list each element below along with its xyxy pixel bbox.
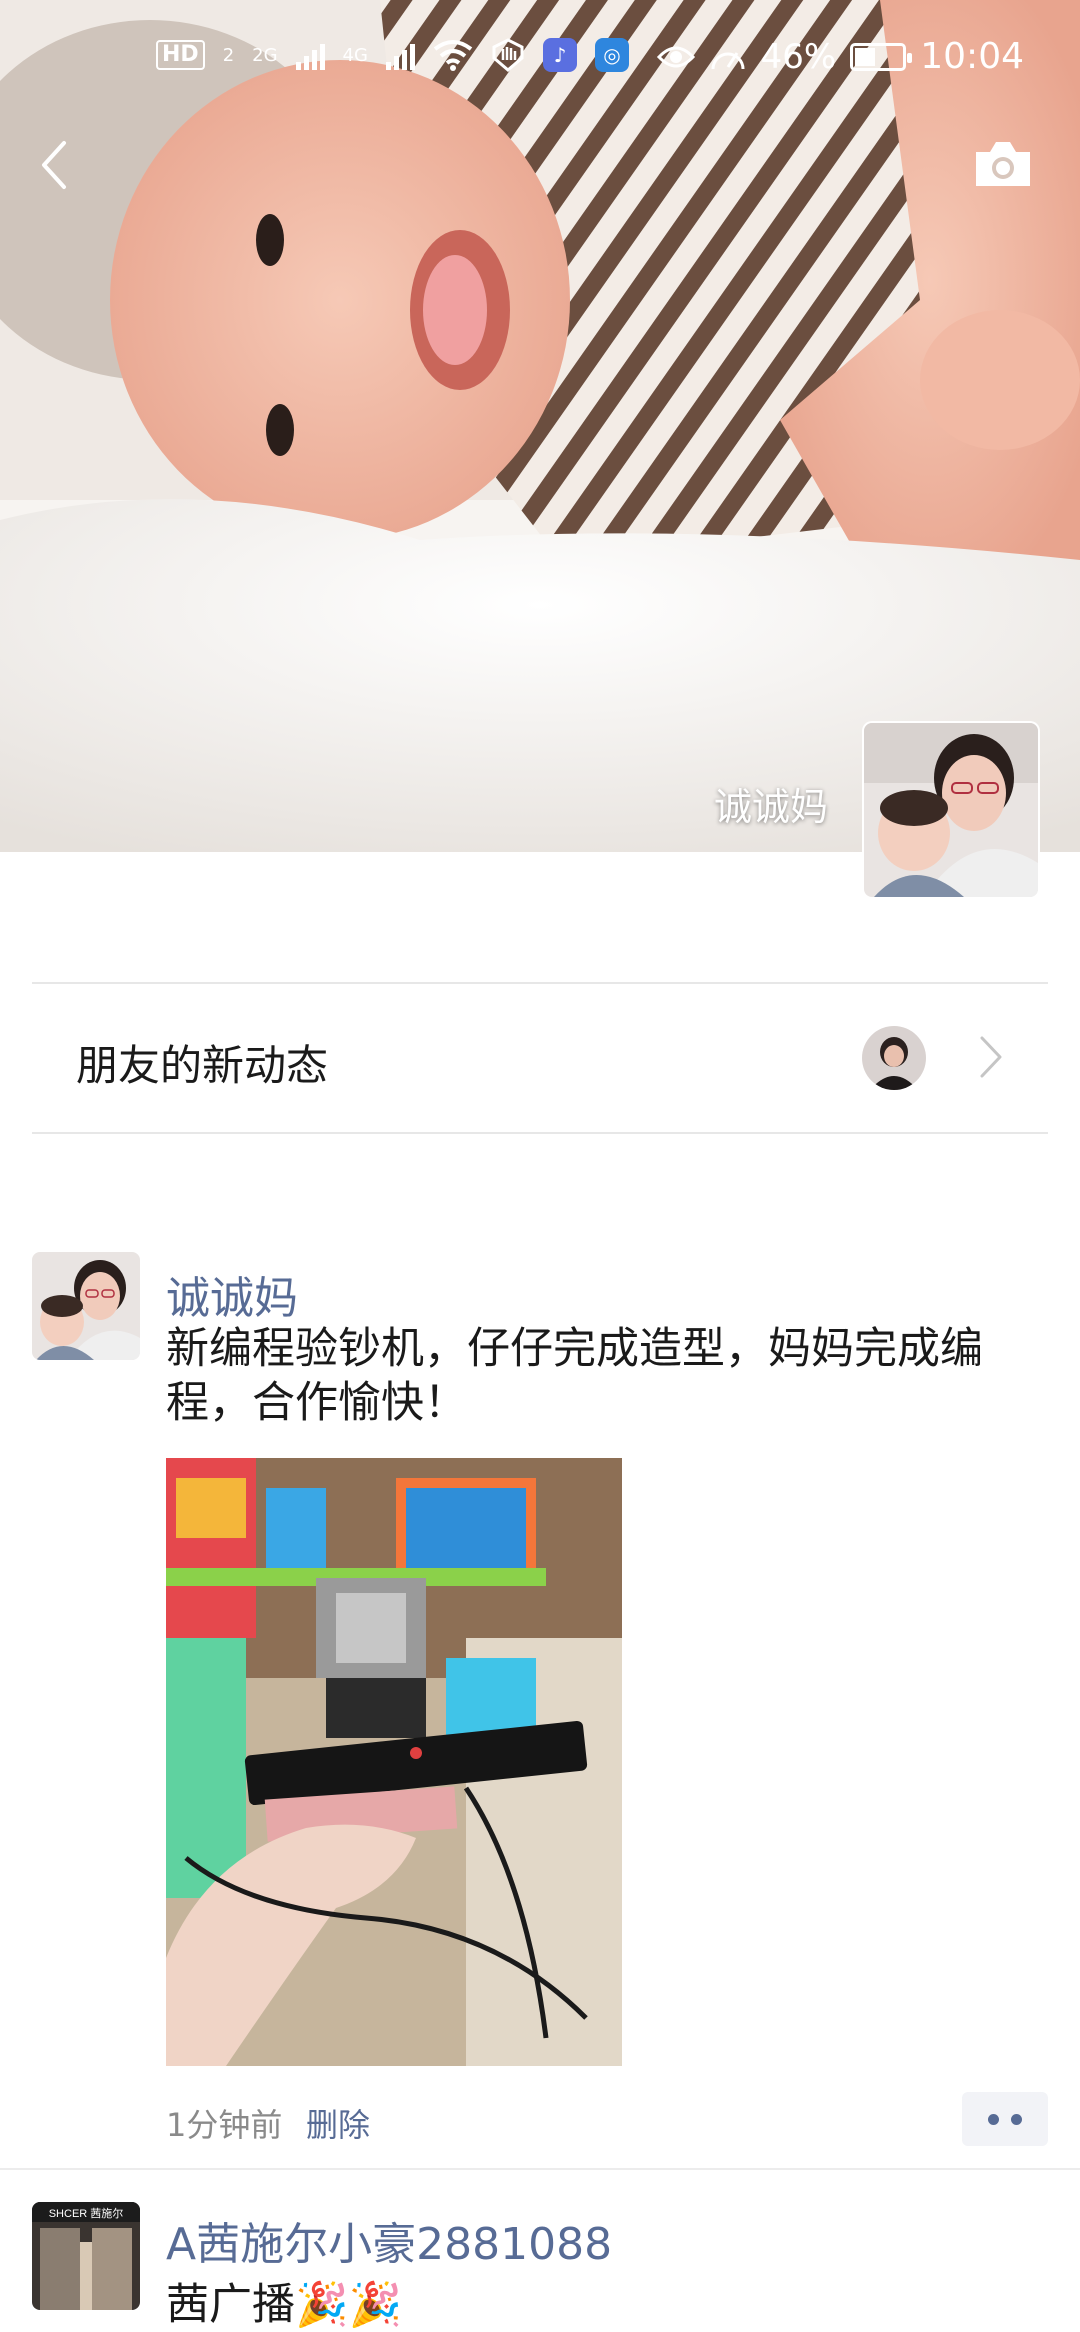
post-divider xyxy=(0,2168,1080,2170)
hd-voice-indicator: HD xyxy=(156,40,205,70)
friends-updates-row[interactable]: 朋友的新动态 xyxy=(32,982,1048,1134)
store-avatar-image: SHCER 茜施尔 xyxy=(32,2202,140,2310)
back-icon[interactable] xyxy=(30,135,80,195)
signal-icon-2 xyxy=(385,40,415,70)
post-author-avatar[interactable]: SHCER 茜施尔 xyxy=(32,2202,140,2310)
network-type-2: 4G xyxy=(342,44,368,66)
clock: 10:04 xyxy=(920,36,1024,77)
wifi-icon xyxy=(433,40,473,71)
post-actions-button[interactable] xyxy=(962,2092,1048,2146)
friend-avatar xyxy=(862,1026,926,1090)
network-type-1: 2G xyxy=(252,44,278,66)
post-image-content xyxy=(166,1458,622,2066)
post-text: 茜广播🎉🎉 xyxy=(166,2280,403,2330)
post-author-name[interactable]: 诚诚妈 xyxy=(166,1262,298,1326)
browser-app-icon: ◎ xyxy=(594,38,629,72)
post-time: 1分钟前 xyxy=(166,2106,283,2144)
signal-icon xyxy=(295,40,325,70)
data-speed-icon xyxy=(711,51,745,69)
sim-slot-indicator: 2 xyxy=(222,44,235,66)
dot-icon xyxy=(988,2113,999,2125)
profile-avatar-image xyxy=(864,723,1038,897)
post-author-name[interactable]: A茜施尔小豪2881088 xyxy=(166,2208,612,2272)
battery-icon xyxy=(850,42,913,71)
delete-post-link[interactable]: 删除 xyxy=(306,2100,370,2146)
post-author-avatar[interactable] xyxy=(32,1252,140,1360)
hand-shield-icon xyxy=(492,38,524,72)
store-avatar-sign: SHCER 茜施尔 xyxy=(49,2207,124,2220)
status-bar: HD 2 2G 4G ♪ ◎ 46% 10:04 xyxy=(0,0,1080,124)
music-app-icon: ♪ xyxy=(542,38,577,72)
friends-updates-label: 朋友的新动态 xyxy=(76,1041,329,1090)
post-text: 新编程验钞机，仔仔完成造型，妈妈完成编程，合作愉快！ xyxy=(166,1324,983,1428)
profile-avatar[interactable] xyxy=(864,723,1038,897)
dot-icon xyxy=(1011,2113,1022,2125)
camera-icon[interactable] xyxy=(972,138,1034,190)
post-author-avatar-image xyxy=(32,1252,140,1360)
post-image[interactable] xyxy=(166,1458,622,2066)
eye-icon xyxy=(656,46,695,67)
friend-avatar-image xyxy=(862,1026,926,1090)
battery-percent: 46% xyxy=(760,36,837,77)
cover-owner-name: 诚诚妈 xyxy=(713,785,828,829)
chevron-right-icon xyxy=(980,1036,1002,1078)
